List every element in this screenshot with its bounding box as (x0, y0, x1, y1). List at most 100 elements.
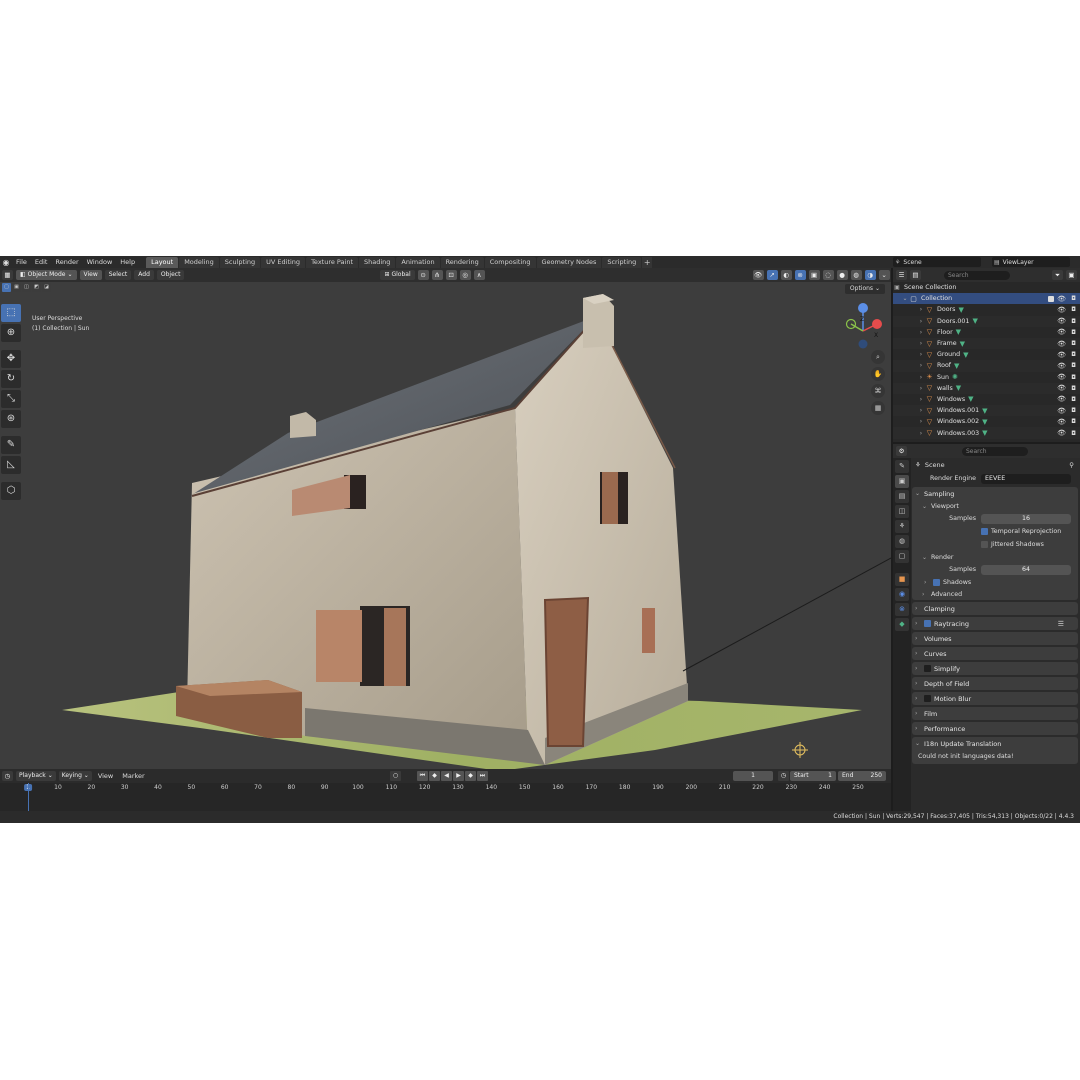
output-tab-icon[interactable]: ▤ (895, 490, 909, 503)
outliner-item[interactable]: › ▽ walls ▼ 👁 ◘ (893, 382, 1080, 394)
viewport-samples-field[interactable]: 16 (981, 513, 1071, 524)
material-shading-icon[interactable]: ◍ (850, 270, 862, 280)
play-icon[interactable]: ▶ (453, 771, 464, 781)
tab-rendering[interactable]: Rendering (440, 256, 484, 268)
keying-dropdown[interactable]: Keying ⌄ (58, 771, 92, 781)
end-frame-field[interactable]: End 250 (838, 771, 886, 781)
simplify-checkbox[interactable] (924, 665, 931, 672)
film-panel-header[interactable]: › Film (912, 707, 1078, 720)
render-samples-field[interactable]: 64 (981, 564, 1071, 575)
outliner-item[interactable]: › ▽ Windows.002 ▼ 👁 ◘ (893, 416, 1080, 427)
properties-editor[interactable]: ⚙ Search ✎ ▣ ▤ ◫ ⚘ ◍ ▢ ■ ◉ ⊗ ◆ ⚘ Scene ⚲ (893, 444, 1080, 811)
outliner-item[interactable]: › ▽ Doors.001 ▼ 👁 ◘ (893, 315, 1080, 327)
sampling-panel-header[interactable]: ⌄ Sampling (912, 487, 1078, 500)
mesh-data-icon[interactable]: ▼ (963, 351, 968, 359)
tab-animation[interactable]: Animation (396, 256, 440, 268)
cursor-tool-icon[interactable]: ⊕ (1, 324, 21, 342)
render-camera-icon[interactable]: ◘ (1071, 362, 1076, 369)
pin-icon[interactable]: ⚲ (1069, 461, 1074, 469)
render-camera-icon[interactable]: ◘ (1071, 329, 1076, 336)
visibility-eye-icon[interactable]: 👁 (1057, 407, 1066, 415)
outliner-item[interactable]: › ▽ Roof ▼ 👁 ◘ (893, 360, 1080, 372)
outliner-item[interactable]: › ▽ Floor ▼ 👁 ◘ (893, 327, 1080, 338)
timeline-editor-icon[interactable]: ◷ (2, 771, 13, 781)
render-camera-icon[interactable]: ◘ (1071, 385, 1076, 392)
editor-type-icon[interactable]: ▦ (2, 270, 13, 280)
playhead[interactable] (28, 783, 29, 811)
motion-blur-panel-header[interactable]: › Motion Blur (912, 692, 1078, 705)
mesh-data-icon[interactable]: ▼ (956, 328, 961, 336)
render-camera-icon[interactable]: ◘ (1071, 351, 1076, 358)
filter-icon[interactable]: ⏷ (1052, 270, 1063, 280)
outliner-item[interactable]: › ▽ Windows.001 ▼ 👁 ◘ (893, 405, 1080, 417)
clamping-panel-header[interactable]: › Clamping (912, 602, 1078, 615)
prev-keyframe-icon[interactable]: ◆ (429, 771, 440, 781)
mesh-data-icon[interactable]: ▼ (972, 317, 977, 325)
mesh-data-icon[interactable]: ▼ (954, 362, 959, 370)
expand-arrow-icon[interactable]: › (917, 430, 925, 437)
new-collection-icon[interactable]: ▣ (1066, 270, 1077, 280)
properties-search-input[interactable]: Search (962, 446, 1028, 456)
gizmo-toggle-icon[interactable]: ↗ (766, 270, 778, 280)
world-tab-icon[interactable]: ◍ (895, 535, 909, 548)
tab-shading[interactable]: Shading (359, 256, 396, 268)
tab-compositing[interactable]: Compositing (484, 256, 536, 268)
render-camera-icon[interactable]: ◘ (1071, 407, 1076, 414)
play-reverse-icon[interactable]: ◀ (441, 771, 452, 781)
scale-tool-icon[interactable]: ⤡ (1, 390, 21, 408)
falloff-icon[interactable]: ∧ (473, 270, 485, 280)
outliner-item[interactable]: › ▽ Doors ▼ 👁 ◘ (893, 304, 1080, 315)
select-invert-icon[interactable]: ◩ (32, 283, 41, 292)
expand-arrow-icon[interactable]: › (917, 418, 925, 425)
menu-help[interactable]: Help (116, 256, 139, 268)
timeline-menu-view[interactable]: View (95, 772, 116, 780)
menu-render[interactable]: Render (51, 256, 82, 268)
visibility-eye-icon[interactable]: 👁 (1057, 328, 1066, 336)
tab-sculpting[interactable]: Sculpting (219, 256, 261, 268)
overlay-toggle-icon[interactable]: ⊚ (794, 270, 806, 280)
preview-range-icon[interactable]: ◷ (778, 771, 789, 781)
add-workspace-button[interactable]: + (642, 256, 653, 268)
tab-layout[interactable]: Layout (146, 256, 179, 268)
tool-tab-icon[interactable]: ✎ (895, 460, 909, 473)
outliner-item[interactable]: › ▽ Windows.003 ▼ 👁 ◘ (893, 427, 1080, 439)
tab-uv-editing[interactable]: UV Editing (261, 256, 306, 268)
tab-texture-paint[interactable]: Texture Paint (306, 256, 359, 268)
mesh-data-icon[interactable]: ▼ (968, 395, 973, 403)
mesh-data-icon[interactable]: ▼ (956, 384, 961, 392)
display-mode-icon[interactable]: ▤ (910, 270, 921, 280)
render-engine-dropdown[interactable]: EEVEE (981, 473, 1071, 484)
shadows-subpanel-header[interactable]: › Shadows (912, 576, 1078, 588)
render-camera-icon[interactable]: ◘ (1071, 318, 1076, 325)
solid-shading-icon[interactable]: ● (836, 270, 848, 280)
visibility-eye-icon[interactable]: 👁 (1057, 384, 1066, 392)
expand-arrow-icon[interactable]: ⌄ (901, 295, 909, 302)
snap-target-icon[interactable]: ⊡ (445, 270, 457, 280)
exclude-checkbox[interactable] (1048, 295, 1054, 302)
curves-panel[interactable]: › Curves (912, 647, 1078, 660)
shadows-checkbox[interactable] (933, 578, 940, 586)
visibility-eye-icon[interactable]: 👁 (1057, 295, 1066, 303)
jittered-shadows-checkbox[interactable]: Jittered Shadows (981, 541, 1044, 548)
outliner-scene-collection[interactable]: ▣ Scene Collection (893, 282, 1080, 293)
light-data-icon[interactable]: ✺ (952, 373, 958, 381)
transform-orientation-dropdown[interactable]: ⊞ Global (380, 270, 415, 280)
render-tab-icon[interactable]: ▣ (895, 475, 909, 488)
tab-geometry-nodes[interactable]: Geometry Nodes (536, 256, 602, 268)
render-camera-icon[interactable]: ◘ (1071, 340, 1076, 347)
simplify-panel-header[interactable]: › Simplify (912, 662, 1078, 675)
outliner-editor-icon[interactable]: ☰ (896, 270, 907, 280)
timeline-menu-marker[interactable]: Marker (119, 772, 147, 780)
auto-keying-icon[interactable]: ○ (390, 771, 401, 781)
raytracing-checkbox[interactable] (924, 620, 931, 627)
measure-tool-icon[interactable]: ◺ (1, 456, 21, 474)
add-cube-tool-icon[interactable]: ⬡ (1, 482, 21, 500)
visibility-eye-icon[interactable]: 👁 (1057, 362, 1066, 370)
list-options-icon[interactable]: ☰ (1058, 620, 1064, 628)
object-mode-dropdown[interactable]: ◧ Object Mode ⌄ (16, 270, 77, 280)
expand-arrow-icon[interactable]: › (917, 318, 925, 325)
clamping-panel[interactable]: › Clamping (912, 602, 1078, 615)
wireframe-shading-icon[interactable]: ◌ (822, 270, 834, 280)
select-box-tool-icon[interactable]: ⬚ (1, 304, 21, 322)
mesh-data-icon[interactable]: ▼ (982, 429, 987, 437)
